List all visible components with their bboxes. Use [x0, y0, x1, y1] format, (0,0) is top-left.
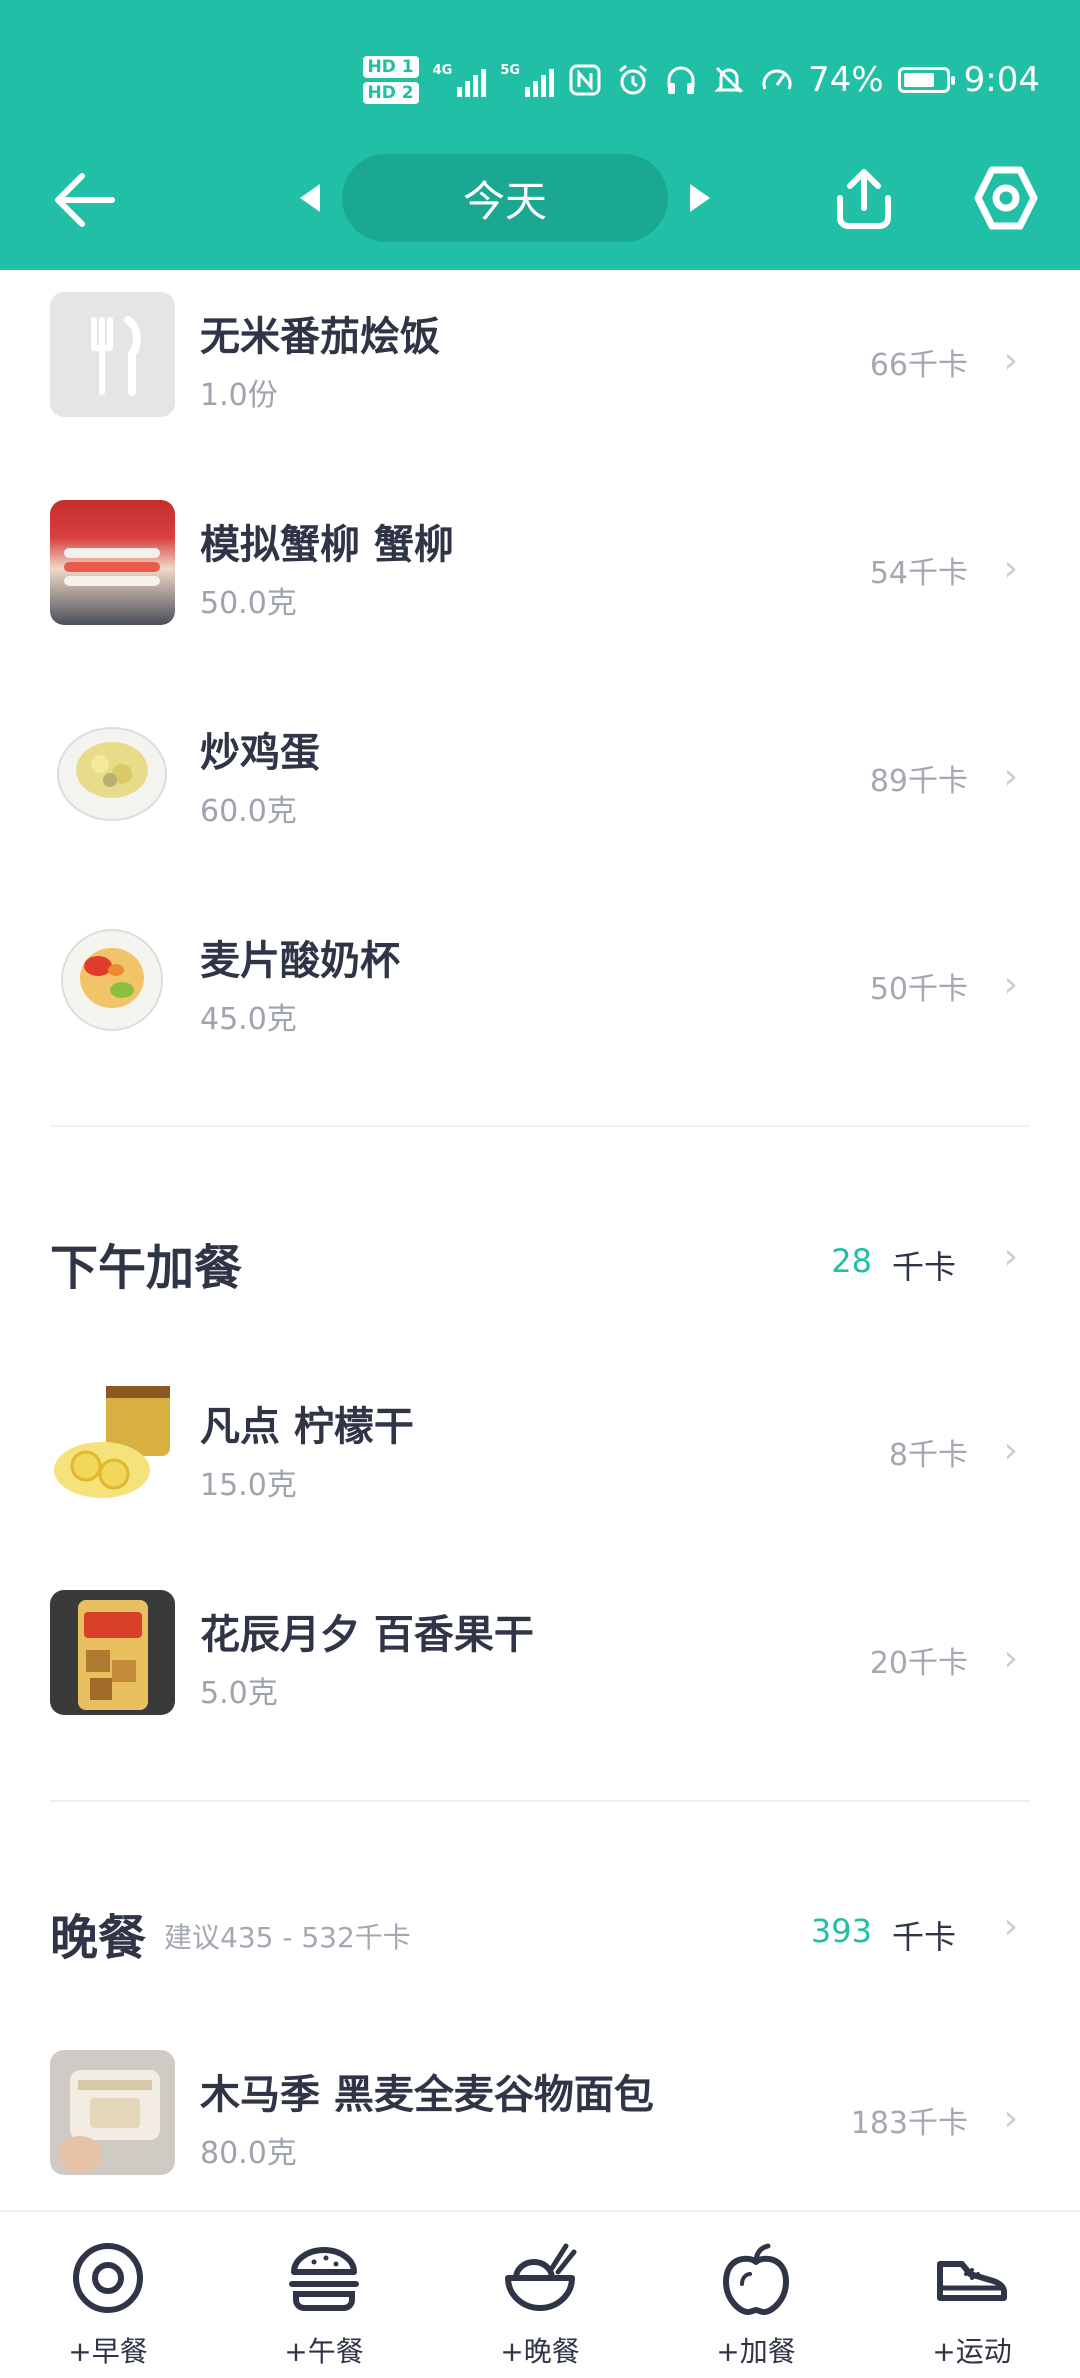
- meal-title: 下午加餐: [50, 1240, 243, 1296]
- food-quantity: 45.0克: [200, 1002, 297, 1037]
- food-calories: 8千卡: [888, 1438, 968, 1473]
- add-dinner-button[interactable]: +晚餐: [432, 2212, 648, 2378]
- add-lunch-button[interactable]: +午餐: [216, 2212, 432, 2378]
- add-breakfast-button[interactable]: +早餐: [0, 2212, 216, 2378]
- settings-icon[interactable]: [972, 164, 1040, 232]
- battery-percent: 74%: [808, 60, 884, 100]
- meal-unit: 千卡: [891, 1918, 956, 1956]
- mute-icon: [714, 66, 744, 94]
- nav-label: +晚餐: [500, 2335, 580, 2368]
- speed-icon: [762, 69, 792, 90]
- meal-unit: 千卡: [891, 1248, 956, 1286]
- nav-label: +早餐: [68, 2335, 148, 2368]
- nav-label: +加餐: [716, 2335, 796, 2368]
- chevron-right-icon: ›: [1003, 1236, 1018, 1277]
- food-calories: 183千卡: [850, 2106, 968, 2141]
- chevron-right-icon: ›: [1003, 1638, 1018, 1679]
- status-bar: HD 1 HD 2 4G 5G 74% 9:04: [362, 50, 1040, 110]
- alarm-icon: [619, 64, 648, 95]
- date-navigator: 今天: [300, 154, 710, 242]
- section-divider: [50, 1800, 1030, 1802]
- food-name: 无米番茄烩饭: [200, 314, 440, 360]
- chevron-right-icon: ›: [1003, 2098, 1018, 2139]
- date-selector[interactable]: 今天: [342, 154, 668, 242]
- meal-header-dinner[interactable]: 晚餐 建议435 - 532千卡 393 千卡 ›: [0, 1870, 1080, 1980]
- food-quantity: 5.0克: [200, 1676, 278, 1711]
- food-calories: 89千卡: [869, 764, 968, 799]
- food-calories: 66千卡: [869, 348, 968, 383]
- nfc-icon: [569, 64, 601, 96]
- food-item[interactable]: 炒鸡蛋 60.0克 89千卡 ›: [0, 686, 1080, 894]
- food-name: 木马季 黑麦全麦谷物面包: [200, 2072, 654, 2118]
- add-snack-button[interactable]: +加餐: [648, 2212, 864, 2378]
- yogurt-cup-photo: [50, 916, 175, 1041]
- food-name: 麦片酸奶杯: [200, 938, 400, 984]
- food-calories: 54千卡: [869, 556, 968, 591]
- toolbar: 今天: [0, 150, 1080, 250]
- meal-title: 晚餐: [50, 1910, 147, 1966]
- meal-advice: 建议435 - 532千卡: [164, 1921, 411, 1954]
- signal-5g-icon: 5G: [500, 63, 555, 97]
- chevron-right-icon: ›: [1003, 1430, 1018, 1471]
- chevron-right-icon: ›: [1003, 548, 1018, 589]
- food-quantity: 15.0克: [200, 1468, 297, 1503]
- add-exercise-button[interactable]: +运动: [864, 2212, 1080, 2378]
- fork-knife-icon: [50, 292, 175, 417]
- back-arrow-icon[interactable]: [50, 170, 120, 230]
- chevron-right-icon: ›: [1003, 756, 1018, 797]
- meal-total-calories: 28: [831, 1242, 872, 1280]
- food-name: 炒鸡蛋: [200, 730, 320, 776]
- egg-icon: [73, 2243, 143, 2313]
- passion-fruit-photo: [50, 1590, 175, 1715]
- nav-label: +运动: [932, 2335, 1012, 2368]
- next-day-icon[interactable]: [690, 184, 710, 212]
- hd2-badge: HD 2: [362, 82, 419, 104]
- bread-photo: [50, 2050, 175, 2175]
- burger-icon: [289, 2247, 359, 2311]
- hd-badges: HD 1 HD 2: [362, 56, 419, 104]
- scrambled-egg-photo: [50, 708, 175, 833]
- food-calories: 50千卡: [869, 972, 968, 1007]
- bowl-icon: [505, 2243, 577, 2311]
- signal-4g-icon: 4G: [433, 63, 487, 97]
- meal-list: 无米番茄烩饭 1.0份 66千卡 › 模拟蟹柳 蟹柳 50.0克 54千卡 › …: [0, 270, 1080, 2210]
- food-quantity: 1.0份: [200, 378, 278, 413]
- bottom-navigation: +早餐 +午餐 +晚餐 +加餐 +运动: [0, 2210, 1080, 2378]
- food-quantity: 50.0克: [200, 586, 297, 621]
- chevron-right-icon: ›: [1003, 1906, 1018, 1947]
- food-quantity: 80.0克: [200, 2136, 297, 2171]
- chevron-right-icon: ›: [1003, 340, 1018, 381]
- sneaker-icon: [937, 2261, 1007, 2301]
- share-icon[interactable]: [830, 164, 898, 232]
- food-item[interactable]: 无米番茄烩饭 1.0份 66千卡 ›: [0, 270, 1080, 478]
- food-name: 凡点 柠檬干: [200, 1404, 414, 1450]
- food-item[interactable]: 花辰月夕 百香果干 5.0克 20千卡 ›: [0, 1568, 1080, 1776]
- food-item[interactable]: 凡点 柠檬干 15.0克 8千卡 ›: [0, 1360, 1080, 1568]
- previous-day-icon[interactable]: [300, 184, 320, 212]
- food-name: 模拟蟹柳 蟹柳: [200, 522, 454, 568]
- apple-icon: [723, 2243, 789, 2315]
- food-name: 花辰月夕 百香果干: [200, 1612, 534, 1658]
- food-quantity: 60.0克: [200, 794, 297, 829]
- food-calories: 20千卡: [869, 1646, 968, 1681]
- section-divider: [50, 1125, 1030, 1127]
- battery-icon: [897, 67, 955, 93]
- food-item[interactable]: 麦片酸奶杯 45.0克 50千卡 ›: [0, 894, 1080, 1102]
- crab-stick-photo: [50, 500, 175, 625]
- meal-header-snack[interactable]: 下午加餐 28 千卡 ›: [0, 1200, 1080, 1310]
- chevron-right-icon: ›: [1003, 964, 1018, 1005]
- headphones-icon: [667, 66, 695, 94]
- app-header: HD 1 HD 2 4G 5G 74% 9:04 今天: [0, 0, 1080, 270]
- food-item[interactable]: 模拟蟹柳 蟹柳 50.0克 54千卡 ›: [0, 478, 1080, 686]
- meal-total-calories: 393: [810, 1912, 872, 1950]
- clock: 9:04: [963, 60, 1040, 100]
- food-item[interactable]: 木马季 黑麦全麦谷物面包 80.0克 183千卡 ›: [0, 2028, 1080, 2210]
- dried-lemon-photo: [50, 1382, 175, 1507]
- nav-label: +午餐: [284, 2335, 364, 2368]
- hd1-badge: HD 1: [362, 56, 419, 78]
